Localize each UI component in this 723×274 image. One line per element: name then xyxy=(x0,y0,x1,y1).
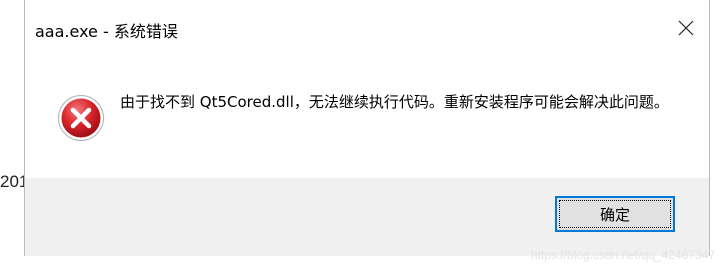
ok-button[interactable]: 确定 xyxy=(555,196,675,232)
dialog-content: 由于找不到 Qt5Cored.dll，无法继续执行代码。重新安装程序可能会解决此… xyxy=(25,56,709,178)
dialog-title: aaa.exe - 系统错误 xyxy=(35,22,178,41)
error-icon xyxy=(58,95,104,141)
system-error-dialog: aaa.exe - 系统错误 由于找不到 Qt5Cored.dll，无法继续执行… xyxy=(24,0,710,256)
close-icon xyxy=(678,20,694,36)
dialog-titlebar: aaa.exe - 系统错误 xyxy=(25,0,709,56)
error-message: 由于找不到 Qt5Cored.dll，无法继续执行代码。重新安装程序可能会解决此… xyxy=(120,93,669,111)
dialog-footer: 确定 xyxy=(25,178,709,256)
close-button[interactable] xyxy=(663,0,709,56)
watermark-text: https://blog.csdn.net/qq_42467347 xyxy=(530,248,715,262)
